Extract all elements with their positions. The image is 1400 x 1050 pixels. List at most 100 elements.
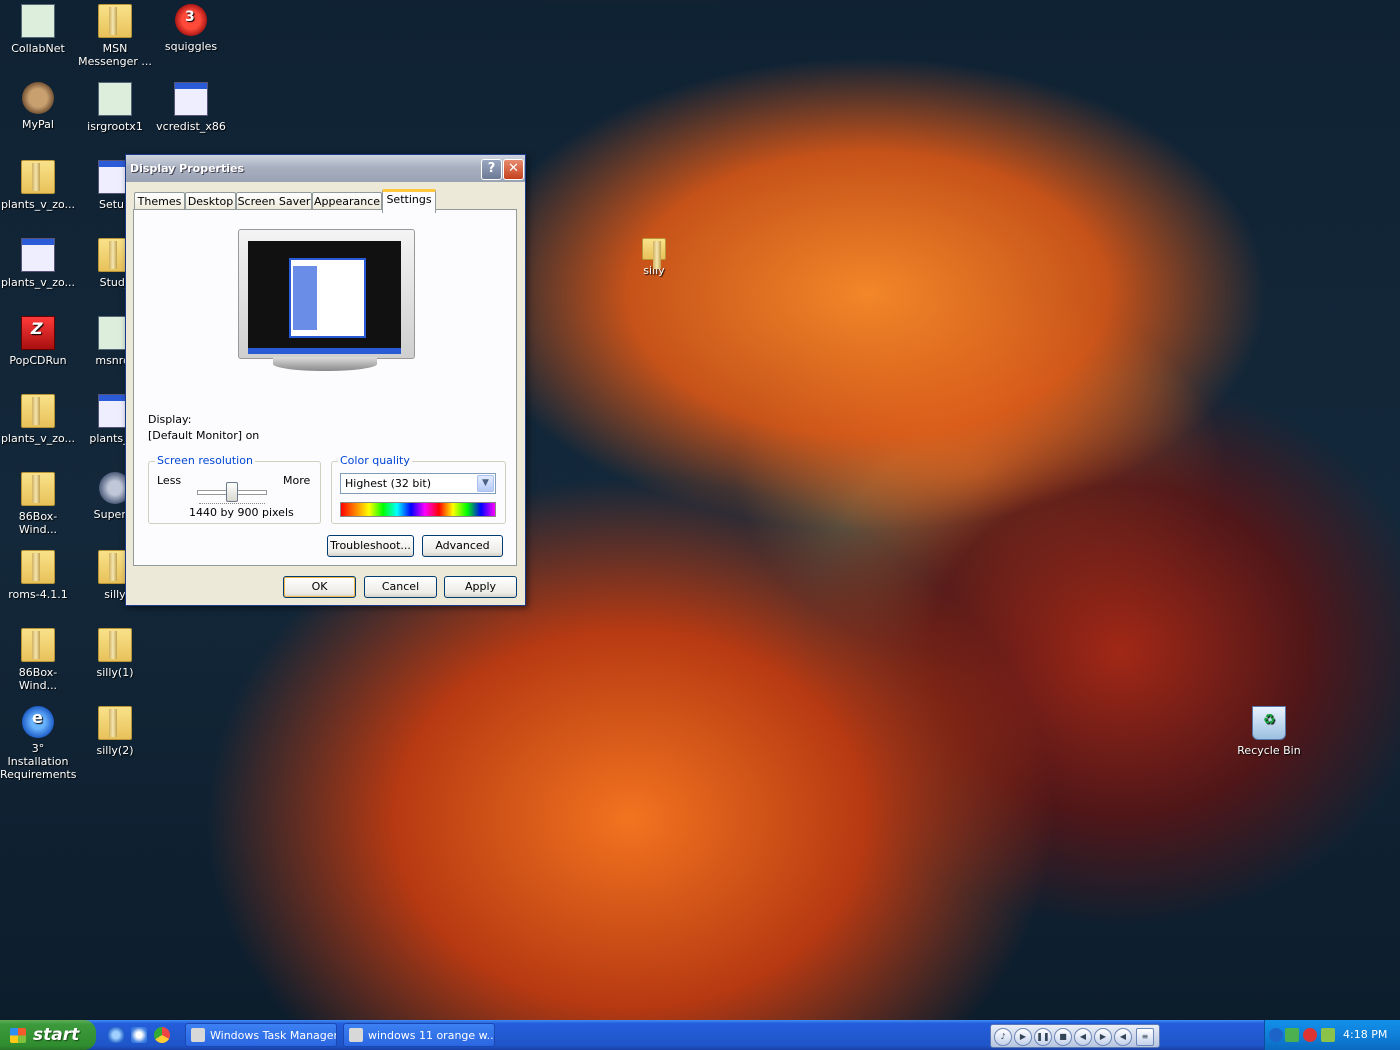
show-hidden-icons-chevron-icon[interactable]: [1269, 1028, 1283, 1042]
desktop-icon-installation-requirements[interactable]: e 3° Installation Requirements: [0, 706, 76, 781]
windows-flag-icon: [10, 1028, 26, 1043]
cancel-button[interactable]: Cancel: [364, 576, 437, 598]
taskbar-item-label: Windows Task Manager: [210, 1029, 337, 1042]
desktop-icon-squiggles[interactable]: 3 squiggles: [153, 4, 229, 53]
slider-less-label: Less: [157, 474, 182, 487]
desktop-icon-silly-2[interactable]: silly(2): [77, 706, 153, 757]
desktop-icon-label: plants_v_zo...: [0, 276, 76, 289]
zip-folder-icon: [98, 628, 132, 662]
security-shield-icon[interactable]: [1303, 1028, 1317, 1042]
desktop-icon-label: isrgrootx1: [87, 120, 143, 133]
desktop-icon-label: 3° Installation Requirements: [0, 742, 77, 781]
desktop-icon-label: 86Box-Wind...: [18, 666, 58, 692]
zip-folder-icon: [21, 550, 55, 584]
media-app-icon[interactable]: ♪: [994, 1028, 1012, 1046]
recycle-bin-icon: ♻: [1252, 706, 1286, 740]
desktop-icon-label: vcredist_x86: [156, 120, 226, 133]
desktop-icon-label: CollabNet: [11, 42, 65, 55]
dialog-titlebar[interactable]: Display Properties ? ✕: [126, 155, 525, 182]
task-manager-icon: [191, 1028, 205, 1042]
chrome-icon[interactable]: [154, 1027, 170, 1043]
resolution-slider-thumb[interactable]: [226, 482, 238, 502]
display-properties-dialog: Display Properties ? ✕ Themes Desktop Sc…: [125, 154, 526, 606]
desktop-icon-silly-folder[interactable]: silly: [616, 238, 692, 277]
desktop-icon-86box-1[interactable]: 86Box-Wind...: [0, 472, 76, 536]
desktop-icon-label: Recycle Bin: [1237, 744, 1301, 757]
slider-more-label: More: [283, 474, 311, 487]
close-button[interactable]: ✕: [503, 159, 524, 180]
clock[interactable]: 4:18 PM: [1343, 1028, 1387, 1041]
zip-folder-icon: [98, 4, 132, 38]
desktop-icon-label: plants_v_zo...: [0, 432, 76, 445]
desktop-icon-label: squiggles: [164, 40, 218, 53]
users-icon[interactable]: [1321, 1028, 1335, 1042]
desktop-icon-86box-2[interactable]: 86Box-Wind...: [0, 628, 76, 692]
desktop-icon-isrgrootx1[interactable]: isrgrootx1: [77, 82, 153, 133]
play-icon[interactable]: ▶: [1014, 1028, 1032, 1046]
taskbar-item-task-manager[interactable]: Windows Task Manager: [185, 1023, 337, 1047]
network-icon[interactable]: [1285, 1028, 1299, 1042]
resolution-value: 1440 by 900 pixels: [189, 506, 294, 519]
previous-icon[interactable]: ◀: [1074, 1028, 1092, 1046]
stop-icon[interactable]: ■: [1054, 1028, 1072, 1046]
desktop-icon-label: MyPal: [22, 118, 54, 131]
desktop-icon-collabnet[interactable]: CollabNet: [0, 4, 76, 55]
monitor-preview-icon: [238, 229, 415, 373]
desktop-icon-label: 86Box-Wind...: [18, 510, 58, 536]
zip-folder-icon: [21, 472, 55, 506]
dialog-title: Display Properties: [130, 162, 245, 175]
desktop-icon-mypal[interactable]: MyPal: [0, 82, 76, 131]
display-value: [Default Monitor] on: [148, 429, 260, 442]
troubleshoot-button[interactable]: Troubleshoot...: [327, 535, 414, 557]
desktop-icon-label: plants_v_zo...: [0, 198, 76, 211]
screen-resolution-title: Screen resolution: [155, 454, 255, 467]
folder-icon: [642, 238, 666, 269]
desktop-icon-popcdrun[interactable]: Z PopCDRun: [0, 316, 76, 367]
help-button[interactable]: ?: [481, 159, 502, 180]
desktop-icon-label: PopCDRun: [9, 354, 67, 367]
desktop-icon-plants-2[interactable]: plants_v_zo...: [0, 238, 76, 289]
tab-appearance[interactable]: Appearance: [312, 192, 382, 210]
desktop-icon-plants-3[interactable]: plants_v_zo...: [0, 394, 76, 445]
desktop-icon-label: roms-4.1.1: [8, 588, 68, 601]
desktop-icon-recycle-bin[interactable]: ♻ Recycle Bin: [1231, 706, 1307, 757]
taskbar: start Windows Task Manager windows 11 or…: [0, 1020, 1400, 1050]
display-label: Display:: [148, 413, 192, 426]
tab-desktop[interactable]: Desktop: [185, 192, 236, 210]
desktop-icon-plants-1[interactable]: plants_v_zo...: [0, 160, 76, 211]
taskbar-item-browser[interactable]: windows 11 orange w...: [343, 1023, 495, 1047]
color-quality-value: Highest (32 bit): [345, 477, 432, 490]
zip-folder-icon: [98, 706, 132, 740]
color-quality-select[interactable]: Highest (32 bit) ▼: [340, 473, 496, 494]
apply-button[interactable]: Apply: [444, 576, 517, 598]
media-menu-icon[interactable]: ≡: [1136, 1028, 1154, 1046]
tab-screen-saver[interactable]: Screen Saver: [236, 192, 312, 210]
program-window-icon: [21, 238, 55, 272]
desktop-icon-msn-messenger[interactable]: MSN Messenger ...: [77, 4, 153, 68]
desktop-icon-vcredist[interactable]: vcredist_x86: [153, 82, 229, 133]
pause-icon[interactable]: ❚❚: [1034, 1028, 1052, 1046]
internet-explorer-icon[interactable]: [108, 1027, 124, 1043]
tab-settings[interactable]: Settings: [382, 189, 436, 213]
start-button[interactable]: start: [0, 1020, 96, 1050]
volume-icon[interactable]: ◀: [1114, 1028, 1132, 1046]
mypal-browser-icon: [22, 82, 54, 114]
tab-themes[interactable]: Themes: [134, 192, 185, 210]
zip-folder-icon: [21, 394, 55, 428]
desktop-icon-silly-1[interactable]: silly(1): [77, 628, 153, 679]
media-player-icon[interactable]: [131, 1027, 147, 1043]
media-toolbar: ♪ ▶ ❚❚ ■ ◀ ▶ ◀ ≡: [990, 1024, 1160, 1048]
browser-icon: [349, 1028, 363, 1042]
settings-panel: Display: [Default Monitor] on Screen res…: [133, 209, 517, 566]
ok-button[interactable]: OK: [283, 576, 356, 598]
advanced-button[interactable]: Advanced: [422, 535, 503, 557]
color-quality-title: Color quality: [338, 454, 412, 467]
next-icon[interactable]: ▶: [1094, 1028, 1112, 1046]
installer-icon: [174, 82, 208, 116]
zip-folder-icon: [21, 160, 55, 194]
chevron-down-icon[interactable]: ▼: [477, 475, 494, 492]
desktop-icon-label: silly(1): [96, 666, 134, 679]
start-label: start: [33, 1025, 80, 1045]
desktop-icon-roms[interactable]: roms-4.1.1: [0, 550, 76, 601]
folder-icon: [21, 628, 55, 662]
